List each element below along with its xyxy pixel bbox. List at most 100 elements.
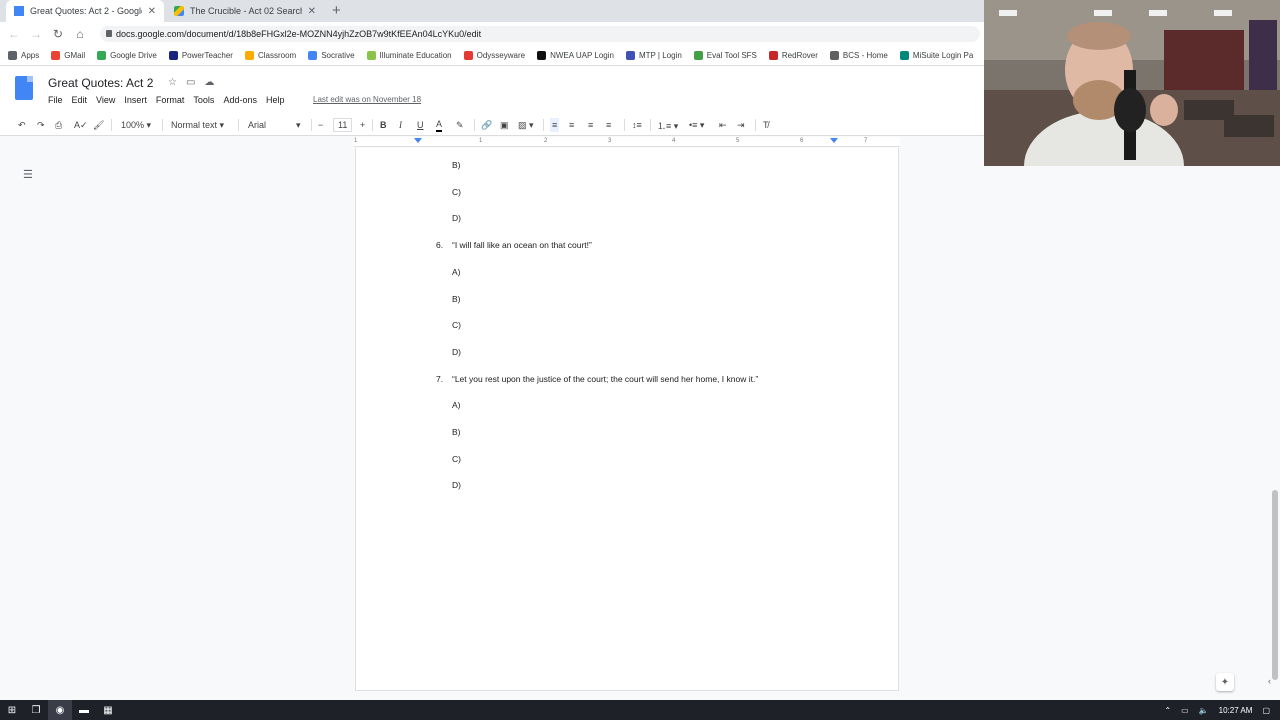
menu-item[interactable]: Edit (72, 95, 88, 105)
answer-option[interactable]: D) (452, 213, 461, 223)
tab-great-quotes[interactable]: Great Quotes: Act 2 - Google Do ✕ (6, 0, 164, 22)
print-icon[interactable]: ⎙ (55, 118, 62, 132)
ruler[interactable]: 1 1 2 3 4 5 6 7 (354, 137, 900, 147)
answer-option[interactable]: B) (452, 160, 461, 170)
app-icon[interactable]: ▦ (96, 700, 120, 720)
spellcheck-icon[interactable]: A✓ (74, 118, 88, 132)
menu-item[interactable]: Add-ons (223, 95, 257, 105)
tab-label: The Crucible - Act 02 Searchable (190, 6, 302, 16)
text-color-icon[interactable]: A (436, 118, 443, 132)
bookmark-item[interactable]: BCS - Home (829, 51, 888, 60)
clock[interactable]: 10:27 AM (1219, 706, 1253, 715)
cloud-saved-icon[interactable]: ☁ (204, 77, 214, 88)
back-icon[interactable]: ← (3, 27, 25, 41)
answer-option[interactable]: C) (452, 187, 461, 197)
bookmark-item[interactable]: Socrative (308, 51, 355, 60)
tab-crucible[interactable]: The Crucible - Act 02 Searchable ✕ (166, 0, 324, 22)
notifications-icon[interactable]: ▢ (1262, 706, 1270, 715)
menu-item[interactable]: View (96, 95, 115, 105)
menu-item[interactable]: Help (266, 95, 285, 105)
new-tab-icon[interactable]: + (332, 2, 341, 19)
bulleted-list-icon[interactable]: •≡ ▾ (689, 118, 704, 132)
bookmark-item[interactable]: Odysseyware (463, 51, 525, 60)
bookmark-item[interactable]: PowerTeacher (168, 51, 233, 60)
close-icon[interactable]: ✕ (148, 6, 156, 17)
bookmark-icon (537, 51, 547, 60)
document-outline-icon[interactable]: ☰ (23, 168, 33, 181)
move-folder-icon[interactable]: ▭ (186, 77, 195, 88)
last-edit-link[interactable]: Last edit was on November 18 (313, 95, 421, 104)
left-indent-marker[interactable] (414, 138, 422, 143)
document-page[interactable]: B) C) D) 6. “I will fall like an ocean on th… (355, 148, 899, 691)
paint-format-icon[interactable]: 🖌 (93, 118, 104, 132)
align-left-icon[interactable]: ≡ (550, 118, 560, 132)
style-select[interactable]: Normal text ▾ (171, 118, 231, 132)
bookmark-item[interactable]: Illuminate Education (366, 51, 452, 60)
decrease-font-size-button[interactable]: − (318, 118, 323, 132)
chevron-left-icon[interactable]: ‹ (1268, 676, 1271, 686)
quote-text[interactable]: “I will fall like an ocean on that court… (452, 240, 592, 250)
numbered-list-icon[interactable]: ⒈≡ ▾ (657, 118, 678, 132)
file-explorer-icon[interactable]: ▬ (72, 700, 96, 720)
answer-option[interactable]: A) (452, 400, 461, 410)
chrome-icon[interactable]: ◉ (48, 700, 72, 720)
answer-option[interactable]: D) (452, 347, 461, 357)
bold-icon[interactable]: B (380, 118, 387, 132)
answer-option[interactable]: C) (452, 454, 461, 464)
answer-option[interactable]: B) (452, 427, 461, 437)
font-size-field[interactable]: 11 (333, 118, 353, 132)
reload-icon[interactable]: ↻ (47, 27, 69, 41)
url-field[interactable]: docs.google.com/document/d/18b8eFHGxl2e-… (100, 26, 980, 42)
bookmark-item[interactable]: Eval Tool SFS (693, 51, 757, 60)
close-icon[interactable]: ✕ (308, 6, 316, 17)
answer-option[interactable]: D) (452, 480, 461, 490)
zoom-select[interactable]: 100% ▾ (121, 118, 151, 132)
network-icon[interactable]: ▭ (1181, 706, 1189, 715)
right-indent-marker[interactable] (830, 138, 838, 143)
star-icon[interactable]: ☆ (168, 77, 177, 88)
task-view-icon[interactable]: ❐ (24, 700, 48, 720)
bookmark-item[interactable]: GMail (51, 51, 85, 60)
justify-icon[interactable]: ≡ (606, 118, 611, 132)
menu-item[interactable]: Format (156, 95, 185, 105)
italic-icon[interactable]: I (399, 118, 402, 132)
line-spacing-icon[interactable]: ↕≡ (632, 118, 642, 132)
menu-item[interactable]: Tools (193, 95, 214, 105)
volume-icon[interactable]: 🔈 (1199, 706, 1209, 715)
answer-option[interactable]: A) (452, 267, 461, 277)
document-title[interactable]: Great Quotes: Act 2 (48, 76, 153, 90)
highlight-icon[interactable]: ✎ (456, 118, 464, 132)
undo-icon[interactable]: ↶ (18, 118, 26, 132)
docs-logo-icon[interactable] (15, 76, 33, 100)
align-center-icon[interactable]: ≡ (569, 118, 574, 132)
scrollbar[interactable] (1272, 490, 1278, 680)
explore-icon[interactable]: ✦ (1216, 673, 1234, 691)
bookmark-item[interactable]: Apps (8, 51, 39, 60)
image-icon[interactable]: ▨ ▾ (518, 118, 534, 132)
bookmark-item[interactable]: Google Drive (97, 51, 157, 60)
increase-indent-icon[interactable]: ⇥ (737, 118, 745, 132)
home-icon[interactable]: ⌂ (69, 27, 91, 41)
menu-item[interactable]: Insert (124, 95, 147, 105)
underline-icon[interactable]: U (417, 118, 424, 132)
quote-text[interactable]: “Let you rest upon the justice of the co… (452, 374, 758, 384)
decrease-indent-icon[interactable]: ⇤ (719, 118, 727, 132)
windows-start-icon[interactable]: ⊞ (0, 700, 24, 720)
align-right-icon[interactable]: ≡ (588, 118, 593, 132)
increase-font-size-button[interactable]: + (360, 118, 365, 132)
answer-option[interactable]: C) (452, 320, 461, 330)
font-select[interactable]: Arial ▾ (248, 118, 308, 132)
bookmark-item[interactable]: MTP | Login (625, 51, 682, 60)
bookmark-item[interactable]: MiSuite Login Pa (899, 51, 973, 60)
comment-icon[interactable]: ▣ (500, 118, 509, 132)
bookmark-item[interactable]: NWEA UAP Login (537, 51, 614, 60)
redo-icon[interactable]: ↷ (37, 118, 45, 132)
chevron-up-icon[interactable]: ⌃ (1164, 706, 1171, 715)
menu-item[interactable]: File (48, 95, 63, 105)
forward-icon[interactable]: → (25, 27, 47, 41)
link-icon[interactable]: 🔗 (481, 118, 492, 132)
answer-option[interactable]: B) (452, 294, 461, 304)
bookmark-item[interactable]: RedRover (768, 51, 818, 60)
clear-formatting-icon[interactable]: T̸ (763, 118, 769, 132)
bookmark-item[interactable]: Classroom (244, 51, 296, 60)
